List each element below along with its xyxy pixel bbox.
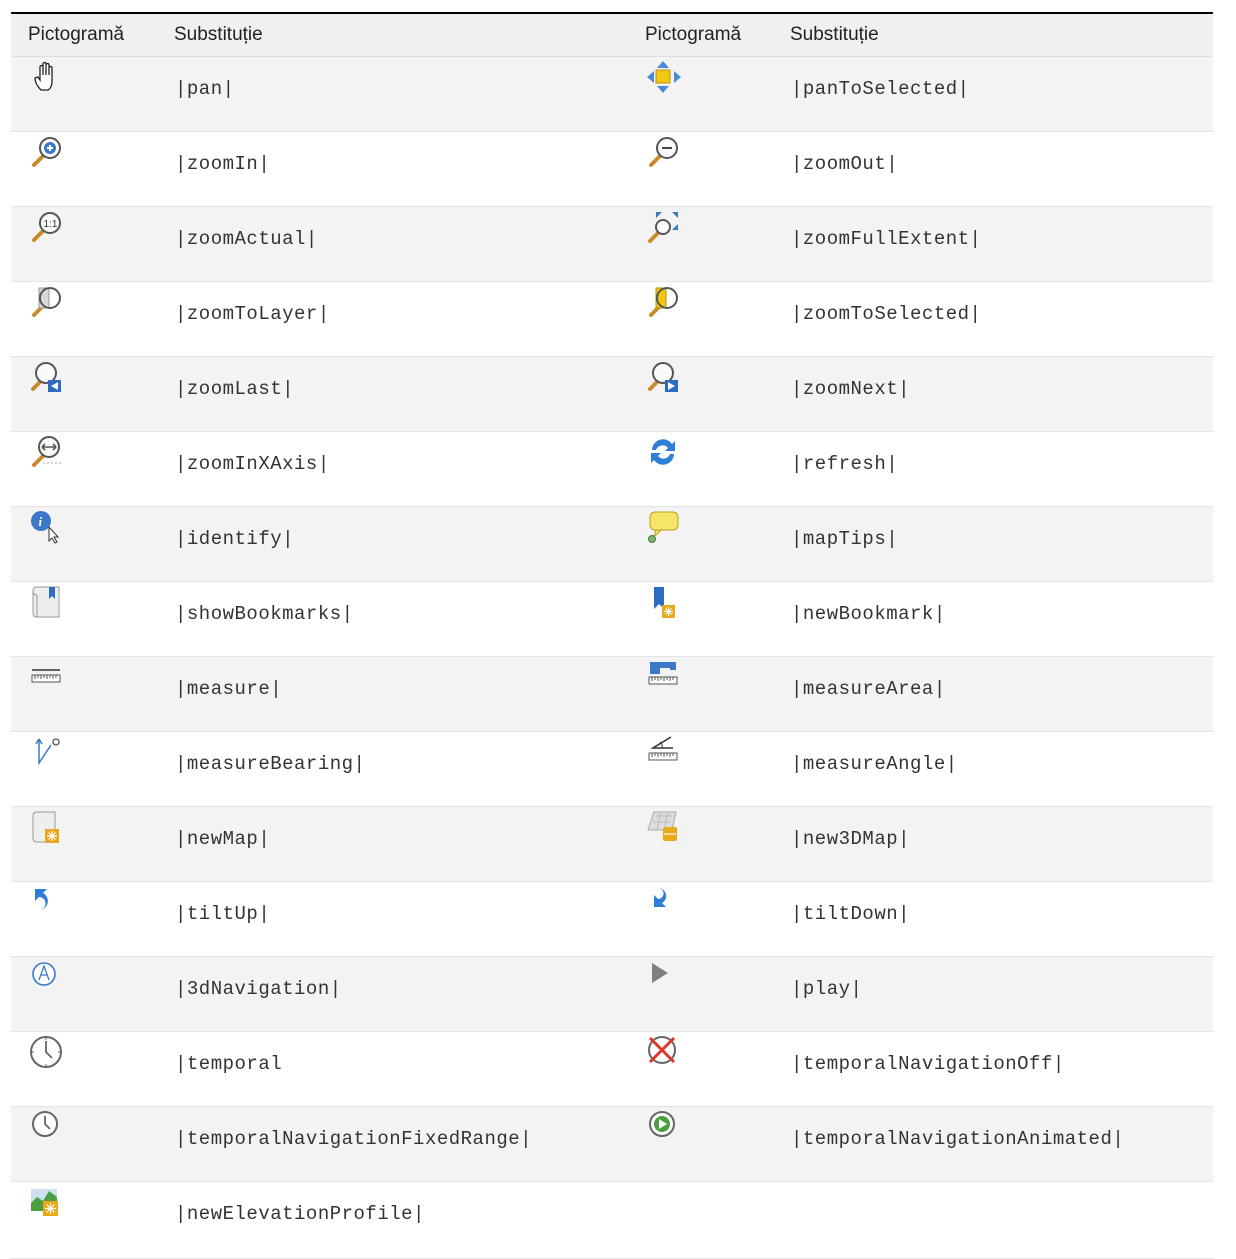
substitution-code: |temporalNavigationFixedRange| — [170, 1106, 628, 1182]
measure-bearing-icon — [11, 731, 170, 807]
substitution-code: |newElevationProfile| — [170, 1181, 628, 1259]
substitution-code: |play| — [786, 956, 1213, 1032]
new-bookmark-icon — [628, 581, 786, 657]
substitution-code — [786, 1181, 1213, 1259]
zoom-actual-icon: 1:1 — [11, 206, 170, 282]
substitution-code: |measureAngle| — [786, 731, 1213, 807]
tilt-up-icon — [11, 881, 170, 957]
icon-substitution-table: Pictogramă Substituție Pictogramă Substi… — [11, 14, 1213, 1259]
table-row: |tiltUp| |tiltDown| — [11, 881, 1213, 957]
identify-icon: i — [11, 506, 170, 582]
empty-cell — [628, 1181, 786, 1259]
measure-angle-icon — [628, 731, 786, 807]
show-bookmarks-icon — [11, 581, 170, 657]
table-row: |temporalNavigationFixedRange| |temporal… — [11, 1106, 1213, 1182]
zoom-to-layer-icon — [11, 281, 170, 357]
table-row: |zoomIn| |zoomOut| — [11, 131, 1213, 207]
substitution-code: |temporalNavigationOff| — [786, 1031, 1213, 1107]
table-row: |measure| |measureArea| — [11, 656, 1213, 732]
new-map-icon — [11, 806, 170, 882]
new-3d-map-icon — [628, 806, 786, 882]
substitution-code: |zoomToLayer| — [170, 281, 628, 357]
new-elevation-profile-icon — [11, 1181, 170, 1259]
pan-hand-icon — [11, 56, 170, 132]
zoom-to-selected-icon — [628, 281, 786, 357]
substitution-code: |tiltDown| — [786, 881, 1213, 957]
substitution-code: |panToSelected| — [786, 56, 1213, 132]
substitution-code: |pan| — [170, 56, 628, 132]
substitution-code: |zoomNext| — [786, 356, 1213, 432]
zoom-in-icon — [11, 131, 170, 207]
measure-area-icon — [628, 656, 786, 732]
zoom-in-x-axis-icon — [11, 431, 170, 507]
temporal-animated-icon — [628, 1106, 786, 1182]
substitution-code: |mapTips| — [786, 506, 1213, 582]
substitution-code: |zoomInXAxis| — [170, 431, 628, 507]
table-row: |measureBearing| |measureAngle| — [11, 731, 1213, 807]
substitution-code: |3dNavigation| — [170, 956, 628, 1032]
substitution-code: |zoomActual| — [170, 206, 628, 282]
substitution-code: |measureBearing| — [170, 731, 628, 807]
table-row: |zoomToLayer| |zoomToSelected| — [11, 281, 1213, 357]
temporal-fixed-range-icon — [11, 1106, 170, 1182]
header-substitutie: Substituție — [786, 14, 1213, 57]
table-row: |newElevationProfile| — [11, 1181, 1213, 1259]
substitution-code: |zoomFullExtent| — [786, 206, 1213, 282]
substitution-code: |newMap| — [170, 806, 628, 882]
play-icon — [628, 956, 786, 1032]
substitution-code: |identify| — [170, 506, 628, 582]
substitution-code: |tiltUp| — [170, 881, 628, 957]
table-header-row: Pictogramă Substituție Pictogramă Substi… — [11, 14, 1213, 57]
table-row: |temporal |temporalNavigationOff| — [11, 1031, 1213, 1107]
substitution-code: |newBookmark| — [786, 581, 1213, 657]
substitution-code: |refresh| — [786, 431, 1213, 507]
table-row: 1:1 |zoomActual| |zoomFullExtent| — [11, 206, 1213, 282]
table-row: |pan| |panToSelected| — [11, 56, 1213, 132]
svg-text:i: i — [39, 514, 43, 529]
substitution-code: |temporal — [170, 1031, 628, 1107]
measure-icon — [11, 656, 170, 732]
substitution-code: |zoomToSelected| — [786, 281, 1213, 357]
refresh-icon — [628, 431, 786, 507]
header-substitutie: Substituție — [170, 14, 628, 57]
temporal-clock-icon — [11, 1031, 170, 1107]
svg-text:1:1: 1:1 — [44, 219, 58, 230]
header-pictograma: Pictogramă — [628, 14, 786, 57]
substitution-code: |new3DMap| — [786, 806, 1213, 882]
zoom-last-icon — [11, 356, 170, 432]
3d-navigation-icon — [11, 956, 170, 1032]
table-row: |zoomLast| |zoomNext| — [11, 356, 1213, 432]
zoom-full-extent-icon — [628, 206, 786, 282]
substitution-code: |zoomIn| — [170, 131, 628, 207]
table-row: |showBookmarks| |newBookmark| — [11, 581, 1213, 657]
table-row: i |identify| |mapTips| — [11, 506, 1213, 582]
table-row: |newMap| |new3DMap| — [11, 806, 1213, 882]
header-pictograma: Pictogramă — [11, 14, 170, 57]
tilt-down-icon — [628, 881, 786, 957]
substitution-code: |showBookmarks| — [170, 581, 628, 657]
substitution-code: |measure| — [170, 656, 628, 732]
map-tips-icon — [628, 506, 786, 582]
zoom-next-icon — [628, 356, 786, 432]
substitution-code: |zoomLast| — [170, 356, 628, 432]
substitution-code: |measureArea| — [786, 656, 1213, 732]
temporal-navigation-off-icon — [628, 1031, 786, 1107]
zoom-out-icon — [628, 131, 786, 207]
substitution-code: |temporalNavigationAnimated| — [786, 1106, 1213, 1182]
table-row: |3dNavigation| |play| — [11, 956, 1213, 1032]
pan-to-selected-icon — [628, 56, 786, 132]
substitution-code: |zoomOut| — [786, 131, 1213, 207]
table-row: |zoomInXAxis| |refresh| — [11, 431, 1213, 507]
